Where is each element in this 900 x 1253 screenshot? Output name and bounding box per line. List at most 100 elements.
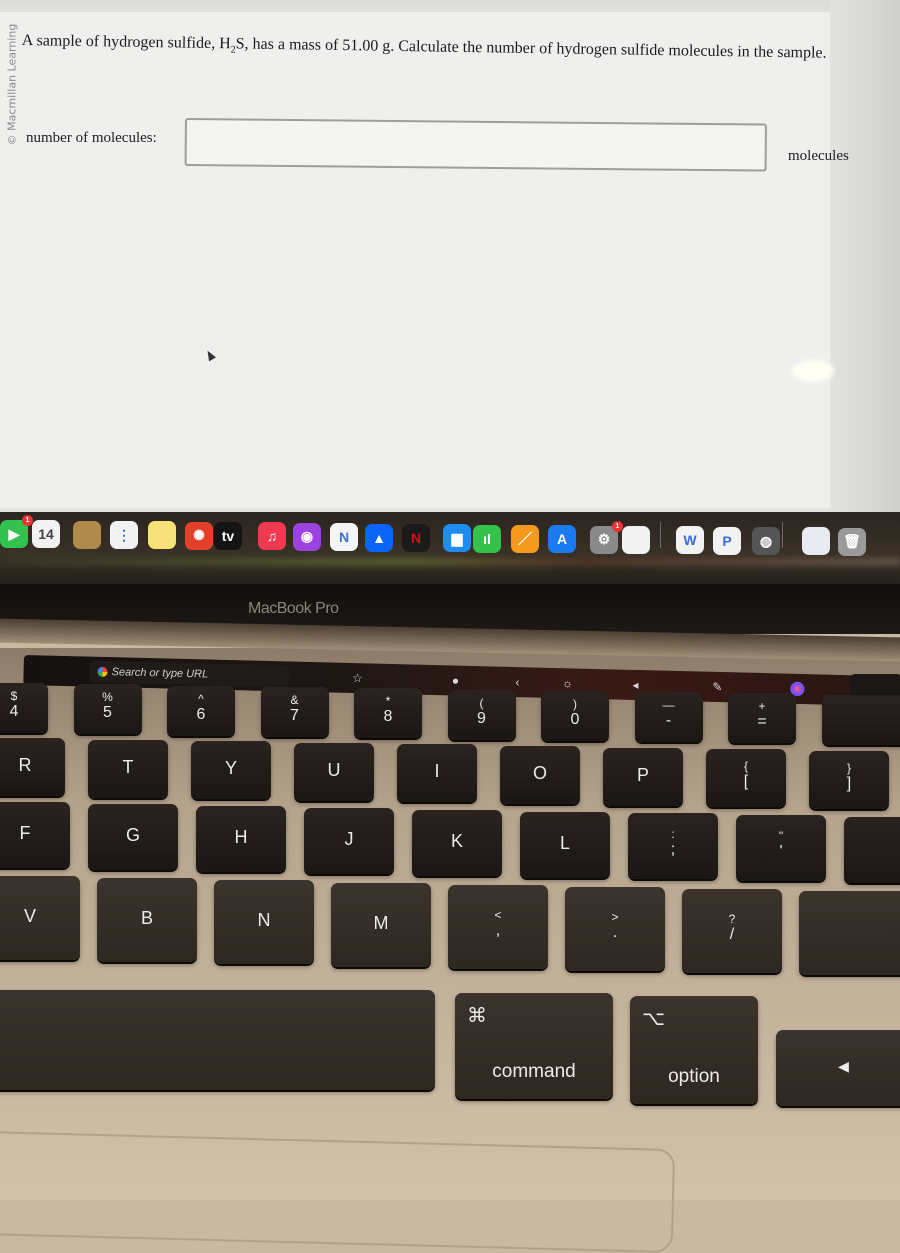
- key-y[interactable]: Y: [191, 741, 271, 799]
- bookmark-star-icon[interactable]: ☆: [343, 668, 371, 689]
- key-8[interactable]: *8: [354, 688, 422, 738]
- dock-item-screenshot[interactable]: ◍: [752, 527, 780, 555]
- key-b[interactable]: B: [97, 878, 197, 962]
- question-prefix: A sample of hydrogen sulfide, H: [22, 32, 231, 52]
- key-t[interactable]: T: [88, 740, 168, 798]
- key-label: U: [294, 760, 374, 781]
- screen-edge-shade: [830, 0, 900, 520]
- dock-item-paramount-[interactable]: ▲: [365, 524, 393, 552]
- key-shift-label: $: [0, 690, 48, 702]
- key-6[interactable]: ^6: [167, 686, 235, 736]
- key-7[interactable]: &7: [261, 687, 329, 737]
- dock-item-downloads[interactable]: [802, 527, 830, 555]
- key-label: [: [706, 774, 786, 790]
- key-label: I: [397, 761, 477, 782]
- key-o[interactable]: O: [500, 746, 580, 804]
- dock-item-system-preferences[interactable]: ⚙1: [590, 526, 618, 554]
- touchbar-dot-icon[interactable]: ●: [441, 670, 469, 691]
- dock-item-news[interactable]: N: [330, 523, 358, 551]
- dock-item-word[interactable]: W: [676, 526, 704, 554]
- key-delete[interactable]: delete: [822, 695, 900, 745]
- key-f[interactable]: F: [0, 802, 70, 868]
- number-of-molecules-input[interactable]: [185, 118, 767, 172]
- key-g[interactable]: G: [88, 804, 178, 870]
- pages-icon: ／: [518, 529, 532, 549]
- key-symbol[interactable]: }]: [809, 751, 889, 809]
- key-label: R: [0, 755, 65, 776]
- key-4[interactable]: $4: [0, 683, 48, 733]
- mute-icon[interactable]: ✎: [703, 677, 731, 698]
- key-shift-label: <: [448, 909, 548, 921]
- key-label: F: [0, 823, 70, 844]
- key-j[interactable]: J: [304, 808, 394, 874]
- key-label: J: [304, 829, 394, 850]
- key-m[interactable]: M: [331, 883, 431, 967]
- key-blank[interactable]: [844, 817, 900, 883]
- arrow-left-key[interactable]: ◀: [776, 1030, 900, 1106]
- trackpad[interactable]: [0, 1131, 675, 1253]
- key-symbol[interactable]: "': [736, 815, 826, 881]
- key-9[interactable]: (9: [448, 690, 516, 740]
- key-blank[interactable]: [799, 891, 900, 975]
- key-label: V: [0, 906, 80, 927]
- dock-item-notes[interactable]: [148, 521, 176, 549]
- key-symbol[interactable]: :;: [628, 813, 718, 879]
- key-h[interactable]: H: [196, 806, 286, 872]
- key-5[interactable]: %5: [74, 684, 142, 734]
- key-0[interactable]: )0: [541, 691, 609, 741]
- dock-item-app-store[interactable]: A: [548, 525, 576, 553]
- key-symbol[interactable]: —-: [635, 692, 703, 742]
- dock-item-music[interactable]: ♫: [258, 522, 286, 550]
- key-label: 8: [354, 709, 422, 725]
- key-label: M: [331, 913, 431, 934]
- key-label: /: [682, 927, 782, 943]
- key-l[interactable]: L: [520, 812, 610, 878]
- key-i[interactable]: I: [397, 744, 477, 802]
- dock-item-contacts[interactable]: [73, 521, 101, 549]
- key-n[interactable]: N: [214, 880, 314, 964]
- answer-label: number of molecules:: [26, 130, 157, 147]
- key-label: delete: [822, 702, 900, 718]
- command-key[interactable]: ⌘ command: [455, 993, 613, 1099]
- dock-item-canvas[interactable]: ✺: [185, 522, 213, 550]
- key-symbol[interactable]: ?/: [682, 889, 782, 973]
- key-p[interactable]: P: [603, 748, 683, 806]
- laptop-screen: © Macmillan Learning A sample of hydroge…: [0, 0, 900, 520]
- spacebar-key[interactable]: [0, 990, 435, 1090]
- word-icon: W: [683, 532, 696, 548]
- reminders-icon: ⋮: [117, 527, 131, 544]
- command-symbol-icon: ⌘: [467, 1003, 487, 1028]
- key-shift-label: ?: [682, 913, 782, 925]
- dock-item-calendar[interactable]: 14: [32, 520, 60, 548]
- key-symbol[interactable]: +=: [728, 693, 796, 743]
- key-shift-label: {: [706, 760, 786, 772]
- dock-item-podcasts[interactable]: ◉: [293, 523, 321, 551]
- dock-item-keynote[interactable]: ▆: [443, 524, 471, 552]
- key-shift-label: ^: [167, 693, 235, 705]
- dock-item-trash[interactable]: 🗑: [838, 528, 866, 556]
- key-label: 9: [448, 711, 516, 727]
- key-v[interactable]: V: [0, 876, 80, 960]
- key-symbol[interactable]: <,: [448, 885, 548, 969]
- dock-item-netflix[interactable]: N: [402, 524, 430, 552]
- dock-item-apple-tv[interactable]: tv: [214, 522, 242, 550]
- key-symbol[interactable]: {[: [706, 749, 786, 807]
- key-r[interactable]: R: [0, 738, 65, 796]
- settings-icon: ⚙: [598, 531, 611, 548]
- dock: ▶114⋮✺tv♫◉N▲N▆ıl／A⚙1WP◍🗑: [0, 512, 900, 584]
- key-k[interactable]: K: [412, 810, 502, 876]
- trash-icon: 🗑: [843, 533, 861, 550]
- numbers-icon: ıl: [483, 531, 491, 547]
- dock-item-powerpoint[interactable]: P: [713, 527, 741, 555]
- key-label: ;: [628, 842, 718, 858]
- dock-separator: [660, 522, 661, 548]
- dock-item-facetime[interactable]: ▶1: [0, 520, 28, 548]
- key-u[interactable]: U: [294, 743, 374, 801]
- dock-item-chrome[interactable]: [622, 526, 650, 554]
- dock-item-numbers[interactable]: ıl: [473, 525, 501, 553]
- podcasts-icon: ◉: [301, 528, 313, 545]
- option-key[interactable]: ⌥ option: [630, 996, 758, 1104]
- dock-item-pages[interactable]: ／: [511, 525, 539, 553]
- key-symbol[interactable]: >.: [565, 887, 665, 971]
- dock-item-reminders[interactable]: ⋮: [110, 521, 138, 549]
